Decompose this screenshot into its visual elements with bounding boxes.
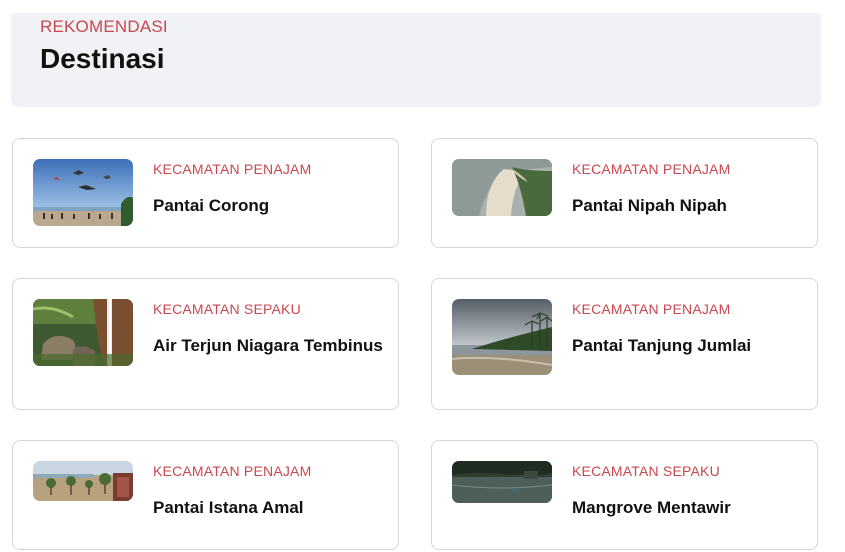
card-title[interactable]: Pantai Corong	[153, 195, 383, 217]
card-title[interactable]: Pantai Tanjung Jumlai	[572, 335, 802, 357]
beach-kites-photo	[33, 159, 133, 226]
section-header: REKOMENDASI Destinasi	[11, 13, 821, 107]
card-title[interactable]: Air Terjun Niagara Tembinus	[153, 335, 383, 357]
beach-park-photo	[33, 461, 133, 501]
destination-card-air-terjun-niagara-tembinus[interactable]: KECAMATAN SEPAKU Air Terjun Niagara Temb…	[12, 278, 399, 410]
card-district: KECAMATAN SEPAKU	[572, 463, 720, 479]
mangrove-river-photo	[452, 461, 552, 503]
destination-card-pantai-corong[interactable]: KECAMATAN PENAJAM Pantai Corong	[12, 138, 399, 248]
card-district: KECAMATAN PENAJAM	[153, 463, 312, 479]
card-district: KECAMATAN PENAJAM	[572, 161, 731, 177]
destination-card-pantai-tanjung-jumlai[interactable]: KECAMATAN PENAJAM Pantai Tanjung Jumlai	[431, 278, 818, 410]
palm-beach-photo	[452, 299, 552, 375]
waterfall-photo	[33, 299, 133, 366]
card-district: KECAMATAN PENAJAM	[572, 301, 731, 317]
destination-card-pantai-nipah-nipah[interactable]: KECAMATAN PENAJAM Pantai Nipah Nipah	[431, 138, 818, 248]
card-title[interactable]: Mangrove Mentawir	[572, 497, 802, 519]
coastline-aerial-photo	[452, 159, 552, 216]
section-title: Destinasi	[40, 43, 165, 74]
card-district: KECAMATAN PENAJAM	[153, 161, 312, 177]
card-title[interactable]: Pantai Istana Amal	[153, 497, 383, 519]
destination-card-mangrove-mentawir[interactable]: KECAMATAN SEPAKU Mangrove Mentawir	[431, 440, 818, 550]
section-eyebrow: REKOMENDASI	[40, 17, 168, 36]
destination-card-pantai-istana-amal[interactable]: KECAMATAN PENAJAM Pantai Istana Amal	[12, 440, 399, 550]
card-district: KECAMATAN SEPAKU	[153, 301, 301, 317]
card-title[interactable]: Pantai Nipah Nipah	[572, 195, 802, 217]
